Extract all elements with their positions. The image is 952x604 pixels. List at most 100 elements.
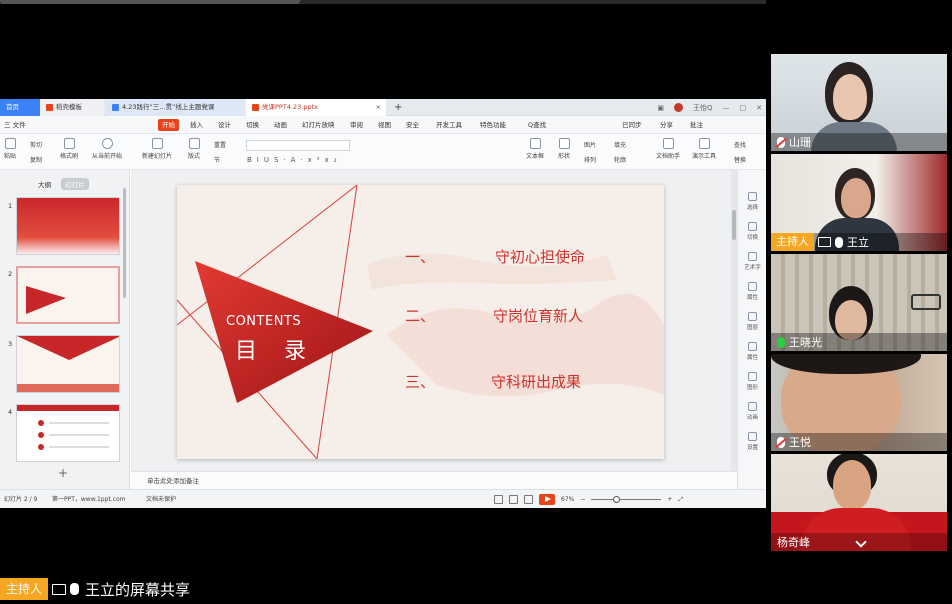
mic-icon <box>835 236 843 248</box>
zoom-out-icon[interactable]: − <box>580 496 585 503</box>
menu-comment[interactable]: 批注 <box>690 119 703 131</box>
tab-ppt[interactable]: 党课PPT4.23.pptx × <box>246 99 386 116</box>
tab-slides[interactable]: 幻灯片 <box>61 178 89 190</box>
participant-video[interactable]: 王晓光 <box>771 254 947 351</box>
notes-pane[interactable]: 单击此处添加备注 <box>131 471 737 489</box>
shape-label: 形状 <box>558 153 571 160</box>
slideshow-play-button[interactable] <box>539 494 555 505</box>
font-name-select[interactable] <box>246 140 350 151</box>
transition-icon <box>748 222 757 231</box>
menu-animation[interactable]: 动画 <box>274 119 287 131</box>
thumbnail-scrollbar[interactable] <box>123 188 126 298</box>
doc-helper-button[interactable]: 文档助手 <box>656 138 680 160</box>
zoom-in-icon[interactable]: + <box>667 496 672 503</box>
close-window-icon[interactable]: ✕ <box>756 104 762 112</box>
zoom-slider[interactable] <box>591 496 662 503</box>
menu-design[interactable]: 设计 <box>218 119 231 131</box>
side-props-button[interactable]: 属性 <box>738 282 766 301</box>
presentation-tools-button[interactable]: 演示工具 <box>692 138 716 160</box>
layout-icon[interactable]: ▣ <box>657 104 664 112</box>
sorter-view-icon[interactable] <box>509 495 518 504</box>
shared-screen-window[interactable]: 首页 稻壳模板 4.23践行“三...贯”线上主题党课 党课PPT4.23.pp… <box>0 99 766 508</box>
fit-window-icon[interactable]: ⤢ <box>678 496 683 504</box>
slide-thumbnail[interactable] <box>16 404 120 462</box>
menu-insert[interactable]: 插入 <box>190 119 203 131</box>
menu-file[interactable]: 三 文件 <box>4 119 26 131</box>
slide-thumbnail[interactable] <box>16 197 120 255</box>
protect-status[interactable]: 文档未保护 <box>146 490 176 508</box>
toolbar-handle[interactable] <box>0 0 300 4</box>
side-settings-button[interactable]: 设置 <box>738 432 766 451</box>
new-tab-button[interactable]: + <box>394 99 402 116</box>
reading-view-icon[interactable] <box>524 495 533 504</box>
avatar[interactable] <box>673 103 683 112</box>
side-layers-button[interactable]: 图层 <box>738 312 766 331</box>
menu-features[interactable]: 特色功能 <box>480 119 506 131</box>
menu-home[interactable]: 开始 <box>158 119 179 131</box>
person-face <box>833 74 867 120</box>
fill-button[interactable]: 填充 <box>614 140 626 149</box>
scroll-thumb[interactable] <box>732 210 736 240</box>
layout-button[interactable]: 版式 <box>188 138 200 160</box>
side-shape-button[interactable]: 图形 <box>738 372 766 391</box>
side-label: 动画 <box>746 415 758 421</box>
side-select-button[interactable]: 选择 <box>738 192 766 211</box>
find-button[interactable]: 查找 <box>734 140 746 149</box>
normal-view-icon[interactable] <box>494 495 503 504</box>
textbox-button[interactable]: 文本框 <box>526 138 544 160</box>
arrange-button[interactable]: 排列 <box>584 155 596 164</box>
participant-video[interactable]: 主持人 王立 <box>771 154 947 251</box>
font-format-row[interactable]: BIUS·A·x²x₂ <box>247 156 342 164</box>
participant-video[interactable]: 山珊 <box>771 54 947 151</box>
menu-security[interactable]: 安全 <box>406 119 419 131</box>
close-icon[interactable]: × <box>376 99 381 116</box>
side-transition-button[interactable]: 切换 <box>738 222 766 241</box>
copy-button[interactable]: 复制 <box>30 155 42 164</box>
play-from-current-button[interactable]: 从当前开始 <box>92 138 122 160</box>
participant-video[interactable]: 杨奇峰 <box>771 454 947 551</box>
participant-video[interactable]: 王悦 <box>771 354 947 451</box>
current-slide[interactable]: CONTENTS 目 录 一、 守初心担使命 二、 守岗位育新人 三、 守科研出… <box>177 185 664 459</box>
reset-button[interactable]: 重置 <box>214 140 226 149</box>
menu-share[interactable]: 分享 <box>660 119 673 131</box>
tab-docer[interactable]: 稻壳模板 <box>40 99 104 116</box>
fill-label: 填充 <box>614 142 627 149</box>
menu-slideshow[interactable]: 幻灯片放映 <box>302 119 335 131</box>
user-name[interactable]: 王怡Q <box>693 103 713 113</box>
play-from-current-label: 从当前开始 <box>92 153 123 160</box>
paste-button[interactable]: 粘贴 <box>4 138 16 160</box>
menu-bar: 三 文件 开始 插入 设计 切换 动画 幻灯片放映 审阅 视图 安全 开发工具 … <box>0 116 766 134</box>
side-animation-button[interactable]: 动画 <box>738 402 766 421</box>
menu-view[interactable]: 视图 <box>378 119 391 131</box>
menu-devtools[interactable]: 开发工具 <box>436 119 462 131</box>
status-bar: 幻灯片 2 / 9 第一PPT，www.1ppt.com 文档未保护 67% −… <box>0 489 766 508</box>
menu-transition[interactable]: 切换 <box>246 119 259 131</box>
zoom-slider-knob[interactable] <box>613 496 621 503</box>
menu-synced[interactable]: 已同步 <box>622 119 642 131</box>
toc-number: 二、 <box>405 307 436 325</box>
cut-button[interactable]: 剪切 <box>30 140 42 149</box>
tab-home[interactable]: 首页 <box>0 99 40 116</box>
shape-button[interactable]: 形状 <box>558 138 570 160</box>
zoom-level[interactable]: 67% <box>561 496 574 503</box>
slide-canvas[interactable]: CONTENTS 目 录 一、 守初心担使命 二、 守岗位育新人 三、 守科研出… <box>131 170 737 489</box>
minimize-icon[interactable]: — <box>723 104 730 112</box>
maximize-icon[interactable]: □ <box>740 104 747 112</box>
tab-doc[interactable]: 4.23践行“三...贯”线上主题党课 <box>106 99 244 116</box>
toc-item: 守初心担使命 <box>495 248 586 266</box>
image-label: 图片 <box>584 142 597 149</box>
slide-thumbnail-selected[interactable] <box>16 266 120 324</box>
format-painter-button[interactable]: 格式刷 <box>60 138 78 160</box>
tab-outline[interactable]: 大纲 <box>38 181 51 189</box>
side-wordart-button[interactable]: 艺术字 <box>738 252 766 271</box>
add-slide-button[interactable]: + <box>58 466 68 480</box>
section-button[interactable]: 节 <box>214 155 220 164</box>
new-slide-button[interactable]: 新建幻灯片 <box>142 138 172 160</box>
outline-button[interactable]: 轮廓 <box>614 155 626 164</box>
side-attr-button[interactable]: 属性 <box>738 342 766 361</box>
menu-review[interactable]: 审阅 <box>350 119 363 131</box>
image-button[interactable]: 图片 <box>584 140 596 149</box>
replace-button[interactable]: 替换 <box>734 155 746 164</box>
slide-thumbnail[interactable] <box>16 335 120 393</box>
menu-search[interactable]: Q查找 <box>528 119 546 131</box>
